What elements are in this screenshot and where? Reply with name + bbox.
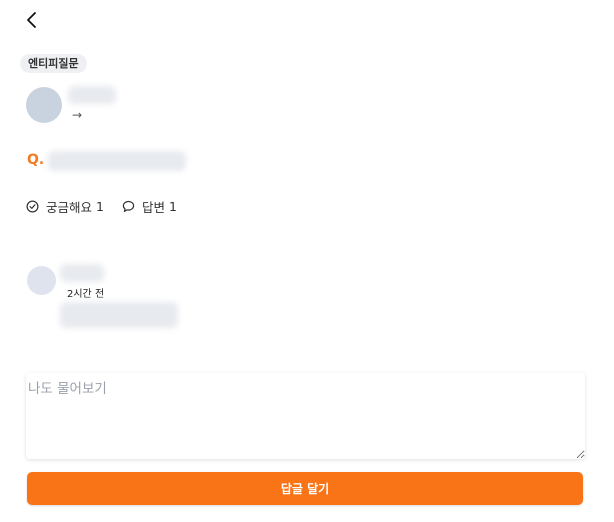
author-name-blurred[interactable] [68,86,116,104]
chevron-left-icon [27,12,36,28]
commenter-name-blurred[interactable] [60,264,104,282]
question-detail-page: 엔티피질문 → Q. 궁금해요 1 답변 1 2시간 전 답글 달기 [0,0,614,522]
question-text-blurred [48,151,186,171]
comment-timestamp: 2시간 전 [67,289,105,300]
question-prefix: Q. [27,152,45,168]
curious-count: 1 [96,199,104,214]
ask-question-input[interactable] [26,373,585,459]
answers-count: 1 [168,199,177,214]
category-tag: 엔티피질문 [20,54,87,73]
commenter-avatar[interactable] [27,266,56,295]
comment-text-blurred [60,302,178,328]
submit-reply-button[interactable]: 답글 달기 [27,472,583,505]
answers-label: 답변 [141,200,165,215]
speech-bubble-icon [122,200,135,212]
answers-button[interactable]: 답변 1 [122,197,177,216]
question-stats: 궁금해요 1 답변 1 [26,197,195,216]
author-avatar[interactable] [26,87,62,123]
back-button[interactable] [20,8,44,32]
arrow-right-icon[interactable]: → [72,108,82,122]
curious-label: 궁금해요 [46,200,93,215]
curious-button[interactable]: 궁금해요 1 [26,197,104,216]
check-circle-icon [26,200,39,213]
